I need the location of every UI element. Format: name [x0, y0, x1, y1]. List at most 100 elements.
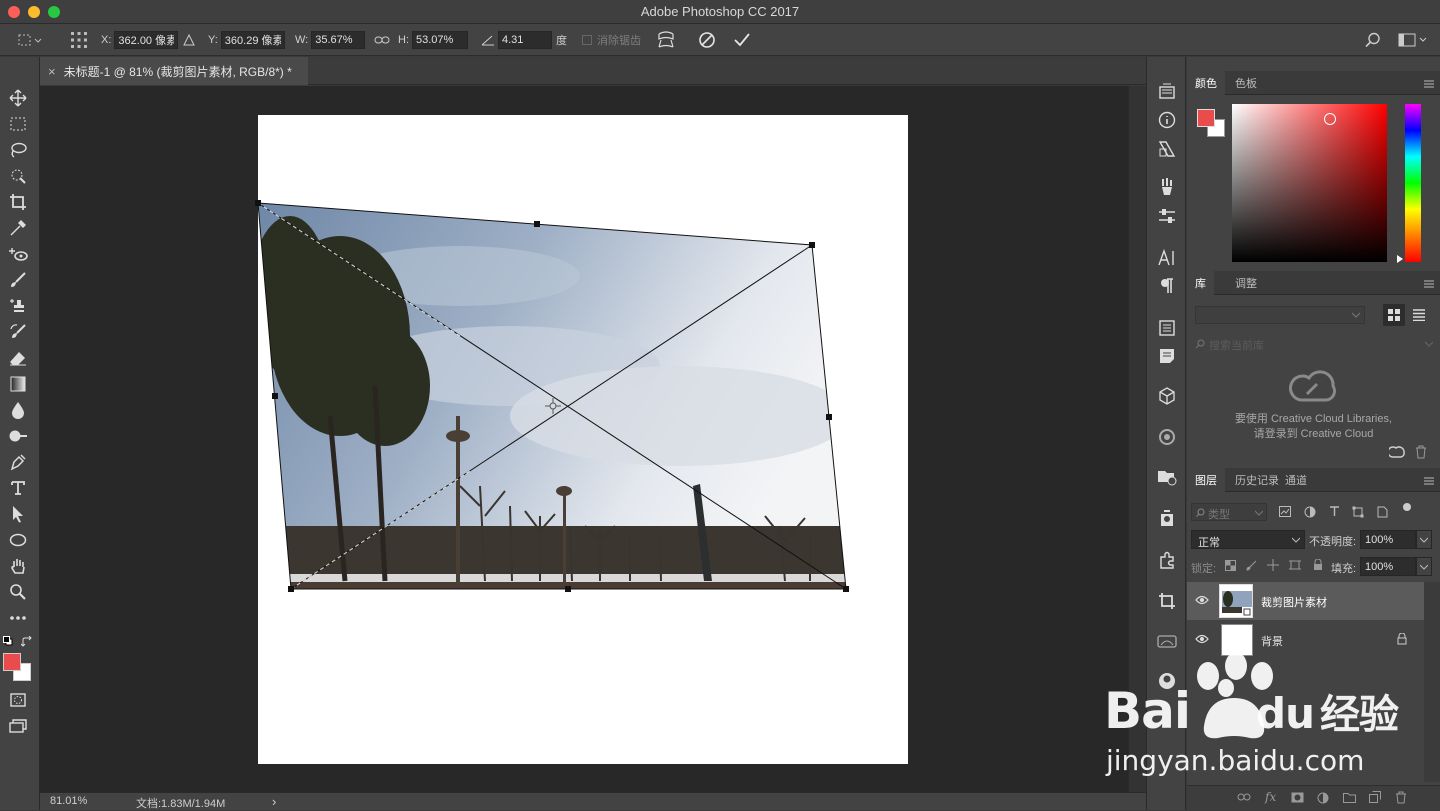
layer-comps-panel-icon[interactable] [1155, 465, 1179, 489]
grid-view-icon[interactable] [1383, 304, 1405, 326]
dodge-tool-icon[interactable] [6, 425, 30, 447]
color-panel-menu-icon[interactable] [1424, 79, 1434, 91]
delete-layer-icon[interactable] [1395, 791, 1407, 807]
filter-pixel-icon[interactable] [1279, 506, 1291, 520]
timeline-panel-icon[interactable] [1155, 507, 1179, 531]
antialias-option[interactable]: 消除锯齿 [582, 30, 641, 50]
default-colors-icon[interactable] [3, 636, 13, 646]
pen-tool-icon[interactable] [6, 451, 30, 473]
x-input[interactable] [114, 31, 179, 49]
canvas-area[interactable] [40, 86, 1128, 792]
clone-stamp-tool-icon[interactable] [6, 295, 30, 317]
library-search[interactable]: 搜索当前库 [1195, 336, 1433, 352]
layer-effects-icon[interactable]: fx [1265, 790, 1276, 804]
new-group-icon[interactable] [1343, 792, 1356, 806]
blur-tool-icon[interactable] [6, 399, 30, 421]
new-adjustment-layer-icon[interactable] [1317, 792, 1329, 807]
creative-cloud-sync-icon[interactable] [1387, 445, 1405, 462]
layers-scrollbar[interactable] [1424, 582, 1440, 782]
layer-visibility-eye-icon[interactable] [1195, 634, 1209, 647]
crop-panel-icon[interactable] [1155, 589, 1179, 613]
hand-tool-icon[interactable] [6, 555, 30, 577]
gradient-tool-icon[interactable] [6, 373, 30, 395]
filter-toggle-icon[interactable] [1403, 503, 1411, 511]
layer-filter-select[interactable]: 类型 [1191, 503, 1267, 521]
color-picker-cursor[interactable] [1324, 113, 1336, 125]
hue-slider[interactable] [1405, 104, 1421, 262]
hue-slider-handle[interactable] [1397, 255, 1403, 263]
fill-dropdown-icon[interactable] [1416, 557, 1432, 576]
3d-cube-icon[interactable] [1155, 384, 1179, 408]
fill-input[interactable]: 100% [1360, 557, 1416, 576]
angle-input[interactable] [498, 31, 552, 49]
path-selection-tool-icon[interactable] [6, 503, 30, 525]
character-panel-icon[interactable] [1155, 246, 1179, 270]
eraser-tool-icon[interactable] [6, 347, 30, 369]
healing-brush-tool-icon[interactable] [6, 243, 30, 265]
lock-position-icon[interactable] [1267, 559, 1279, 574]
lock-pixels-icon[interactable] [1246, 560, 1257, 574]
reference-point-icon[interactable] [68, 30, 90, 50]
properties-panel-icon[interactable] [1155, 425, 1179, 449]
antialias-checkbox[interactable] [582, 35, 592, 45]
history-brush-tool-icon[interactable] [6, 321, 30, 343]
lasso-tool-icon[interactable] [6, 139, 30, 161]
y-input[interactable] [220, 31, 285, 49]
marquee-tool-icon[interactable] [6, 113, 30, 135]
screen-mode-icon[interactable] [6, 715, 30, 737]
color-panel-foreground-swatch[interactable] [1197, 109, 1215, 127]
quick-mask-icon[interactable] [6, 689, 30, 711]
foreground-color-swatch[interactable] [3, 653, 21, 671]
opacity-dropdown-icon[interactable] [1416, 530, 1432, 549]
paragraph-panel-icon[interactable] [1155, 274, 1179, 298]
zoom-level[interactable]: 81.01% [50, 795, 87, 807]
close-tab-icon[interactable]: × [48, 64, 56, 79]
swap-colors-icon[interactable] [20, 635, 33, 648]
eyedropper-tool-icon[interactable] [6, 217, 30, 239]
tab-color[interactable]: 颜色 [1187, 71, 1225, 95]
workspace-switcher-icon[interactable] [1396, 30, 1430, 50]
brush-panel-icon[interactable] [1155, 175, 1179, 199]
layer-name[interactable]: 背景 [1261, 633, 1283, 649]
new-layer-icon[interactable] [1369, 791, 1381, 806]
tab-libraries[interactable]: 库 [1187, 271, 1214, 295]
tab-swatches[interactable]: 色板 [1227, 71, 1265, 95]
tab-layers[interactable]: 图层 [1187, 468, 1225, 492]
plugin-panel-icon[interactable] [1155, 548, 1179, 572]
ellipse-tool-icon[interactable] [6, 529, 30, 551]
layer-visibility-eye-icon[interactable] [1195, 595, 1209, 608]
zoom-tool-icon[interactable] [6, 581, 30, 603]
layers-panel-menu-icon[interactable] [1424, 476, 1434, 488]
tab-adjustments[interactable]: 调整 [1227, 271, 1265, 295]
lock-transparency-icon[interactable] [1225, 560, 1236, 574]
brush-tool-icon[interactable] [6, 269, 30, 291]
commit-transform-icon[interactable] [731, 29, 753, 51]
h-input[interactable] [412, 31, 468, 49]
filter-type-icon[interactable] [1329, 506, 1340, 520]
info-panel-icon[interactable] [1155, 108, 1179, 132]
warp-mode-icon[interactable] [655, 29, 677, 51]
color-field[interactable] [1232, 104, 1387, 262]
cancel-transform-icon[interactable] [696, 29, 718, 51]
filter-adjustment-icon[interactable] [1304, 506, 1316, 521]
transform-tool-preset-icon[interactable] [16, 32, 42, 48]
filter-smart-object-icon[interactable] [1377, 506, 1388, 521]
list-view-icon[interactable] [1413, 309, 1425, 324]
history-panel-icon[interactable] [1155, 79, 1179, 103]
blend-mode-select[interactable]: 正常 [1191, 530, 1305, 549]
crop-tool-icon[interactable] [6, 191, 30, 213]
tab-channels[interactable]: 通道 [1277, 468, 1315, 492]
adjustments-panel-icon[interactable] [1155, 204, 1179, 228]
library-select[interactable] [1195, 306, 1365, 324]
search-icon[interactable] [1362, 30, 1384, 50]
quick-selection-tool-icon[interactable] [6, 165, 30, 187]
document-tab[interactable]: × 未标题-1 @ 81% (裁剪图片素材, RGB/8*) * [40, 57, 308, 85]
lock-all-icon[interactable] [1313, 558, 1323, 574]
status-menu-arrow[interactable]: › [272, 794, 276, 809]
library-panel-menu-icon[interactable] [1424, 279, 1434, 291]
delta-icon[interactable] [182, 32, 196, 48]
move-tool-icon[interactable] [6, 87, 30, 109]
w-input[interactable] [311, 31, 366, 49]
document-canvas[interactable] [40, 86, 1128, 792]
more-tools-icon[interactable] [6, 607, 30, 629]
